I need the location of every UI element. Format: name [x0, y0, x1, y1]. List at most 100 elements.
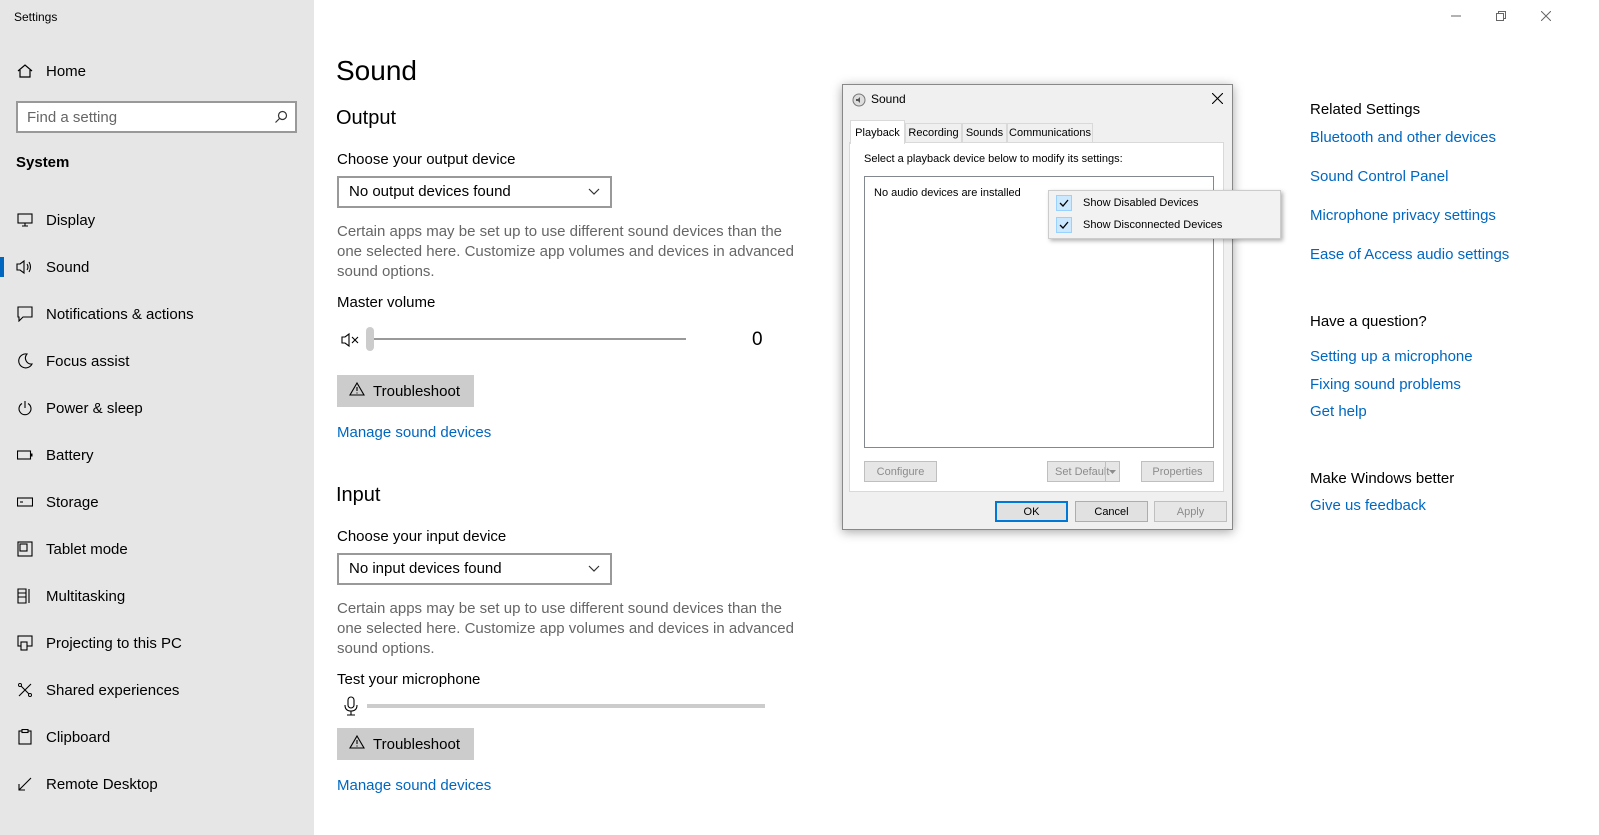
device-context-menu: Show Disabled Devices Show Disconnected … [1048, 190, 1281, 239]
moon-icon [16, 352, 34, 370]
notification-icon [16, 305, 34, 323]
close-button[interactable] [1523, 0, 1569, 32]
make-windows-better-heading: Make Windows better [1310, 470, 1455, 487]
speaker-icon [16, 258, 34, 276]
output-device-dropdown[interactable]: No output devices found [337, 176, 612, 208]
microphone-privacy-link[interactable]: Microphone privacy settings [1310, 207, 1496, 224]
sidebar-item-shared-experiences[interactable]: Shared experiences [0, 670, 314, 710]
input-device-value: No input devices found [349, 560, 502, 577]
sidebar-item-projecting[interactable]: Projecting to this PC [0, 623, 314, 663]
battery-icon [16, 446, 34, 464]
related-settings-heading: Related Settings [1310, 101, 1421, 118]
apply-button[interactable]: Apply [1154, 501, 1227, 522]
sidebar-item-power-sleep[interactable]: Power & sleep [0, 388, 314, 428]
menu-item-label: Show Disconnected Devices [1083, 219, 1223, 231]
tab-recording[interactable]: Recording [905, 123, 962, 142]
warning-icon [349, 734, 365, 753]
sidebar-item-label: Multitasking [46, 587, 126, 605]
app-title: Settings [14, 10, 58, 24]
tab-playback[interactable]: Playback [850, 120, 905, 144]
sidebar-item-storage[interactable]: Storage [0, 482, 314, 522]
dialog-close-button[interactable] [1208, 89, 1226, 107]
configure-button[interactable]: Configure [864, 461, 937, 482]
output-troubleshoot-button[interactable]: Troubleshoot [337, 375, 474, 407]
sidebar-item-label: Display [46, 211, 96, 229]
projector-icon [16, 634, 34, 652]
input-device-dropdown[interactable]: No input devices found [337, 553, 612, 585]
restore-button[interactable] [1478, 0, 1524, 32]
input-troubleshoot-button[interactable]: Troubleshoot [337, 728, 474, 760]
ease-of-access-audio-link[interactable]: Ease of Access audio settings [1310, 246, 1509, 263]
set-default-button[interactable]: Set Default [1047, 461, 1120, 482]
sound-control-panel-link[interactable]: Sound Control Panel [1310, 168, 1448, 185]
power-icon [16, 399, 34, 417]
troubleshoot-label: Troubleshoot [373, 382, 460, 400]
tab-sounds[interactable]: Sounds [962, 123, 1007, 142]
sidebar-item-sound[interactable]: Sound [0, 247, 314, 287]
dialog-title: Sound [871, 92, 906, 106]
cancel-button[interactable]: Cancel [1075, 501, 1148, 522]
search-input[interactable] [18, 103, 258, 131]
question-heading: Have a question? [1310, 313, 1427, 330]
fixing-sound-link[interactable]: Fixing sound problems [1310, 376, 1461, 393]
page-title: Sound [336, 55, 417, 86]
properties-button[interactable]: Properties [1141, 461, 1214, 482]
output-heading: Output [336, 107, 397, 129]
sidebar-item-battery[interactable]: Battery [0, 435, 314, 475]
sidebar-item-clipboard[interactable]: Clipboard [0, 717, 314, 757]
sidebar-item-label: Battery [46, 446, 94, 464]
menu-item-label: Show Disabled Devices [1083, 197, 1199, 209]
set-default-label: Set Default [1055, 465, 1110, 478]
panel-instruction: Select a playback device below to modify… [864, 153, 1123, 165]
minimize-button[interactable] [1433, 0, 1479, 32]
volume-slider-thumb[interactable] [366, 327, 374, 351]
menu-item-show-disabled[interactable]: Show Disabled Devices [1051, 192, 1279, 214]
get-help-link[interactable]: Get help [1310, 403, 1367, 420]
sidebar-item-label: Clipboard [46, 728, 111, 746]
search-field[interactable] [16, 101, 297, 133]
feedback-link[interactable]: Give us feedback [1310, 497, 1426, 514]
checkmark-icon [1056, 217, 1072, 233]
sidebar-item-multitasking[interactable]: Multitasking [0, 576, 314, 616]
multitasking-icon [16, 587, 34, 605]
sidebar-item-label: Storage [46, 493, 99, 511]
ok-button[interactable]: OK [995, 501, 1068, 522]
dropdown-arrow-icon[interactable] [1105, 462, 1119, 481]
chevron-down-icon [588, 178, 600, 215]
output-device-value: No output devices found [349, 183, 511, 200]
sidebar-item-tablet-mode[interactable]: Tablet mode [0, 529, 314, 569]
menu-item-show-disconnected[interactable]: Show Disconnected Devices [1051, 214, 1279, 236]
speaker-app-icon [852, 93, 866, 107]
warning-icon [349, 381, 365, 400]
remote-icon [16, 775, 34, 793]
volume-slider-track[interactable] [370, 338, 686, 340]
tablet-icon [16, 540, 34, 558]
microphone-level-bar [367, 704, 765, 708]
troubleshoot-label: Troubleshoot [373, 735, 460, 753]
sidebar-item-remote-desktop[interactable]: Remote Desktop [0, 764, 314, 804]
bluetooth-devices-link[interactable]: Bluetooth and other devices [1310, 129, 1496, 146]
nav-home[interactable]: Home [0, 51, 314, 91]
sidebar-item-label: Remote Desktop [46, 775, 158, 793]
monitor-icon [16, 211, 34, 229]
manage-sound-devices-link[interactable]: Manage sound devices [337, 424, 491, 441]
search-icon[interactable] [274, 110, 288, 129]
sidebar-item-display[interactable]: Display [0, 200, 314, 240]
input-heading: Input [336, 484, 381, 506]
clipboard-icon [16, 728, 34, 746]
output-description: Certain apps may be set up to use differ… [337, 223, 794, 280]
input-description: Certain apps may be set up to use differ… [337, 600, 794, 657]
sidebar-item-label: Tablet mode [46, 540, 128, 558]
section-heading: System [16, 154, 70, 171]
sidebar-item-label: Projecting to this PC [46, 634, 182, 652]
output-device-label: Choose your output device [337, 151, 516, 168]
sidebar-item-focus-assist[interactable]: Focus assist [0, 341, 314, 381]
chevron-down-icon [588, 555, 600, 592]
sidebar: Settings Home System Display Sound Notif… [0, 0, 314, 835]
tab-communications[interactable]: Communications [1007, 123, 1093, 142]
manage-sound-devices-link[interactable]: Manage sound devices [337, 777, 491, 794]
sidebar-item-label: Shared experiences [46, 681, 180, 699]
mute-speaker-icon[interactable] [341, 332, 361, 353]
setup-microphone-link[interactable]: Setting up a microphone [1310, 348, 1473, 365]
sidebar-item-notifications[interactable]: Notifications & actions [0, 294, 314, 334]
